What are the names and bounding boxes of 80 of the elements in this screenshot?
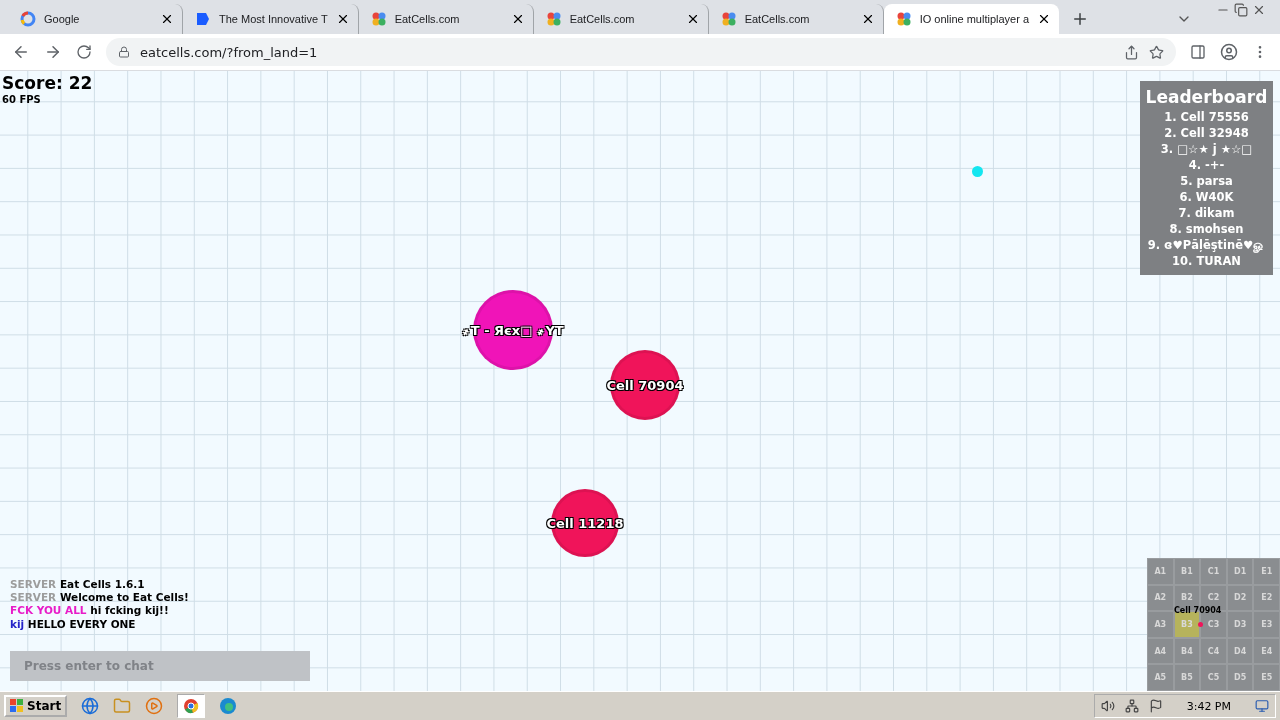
cells-logo-icon — [720, 11, 737, 27]
tab-title: Google — [44, 13, 81, 25]
minimap-sector: A1 — [1147, 558, 1174, 585]
chat-text: HELLO EVERY ONE — [27, 617, 136, 630]
flag-icon[interactable] — [1148, 699, 1163, 713]
tab-title: EatCells.com — [394, 13, 461, 25]
leaderboard-entry: 8. smohsen — [1169, 221, 1244, 237]
leaderboard-entry: 5. parsa — [1180, 173, 1233, 189]
close-icon[interactable] — [160, 12, 174, 26]
minimap-sector: B4 — [1173, 637, 1201, 665]
bookmark-star-icon[interactable] — [1149, 44, 1164, 60]
browser-icon[interactable] — [81, 697, 100, 715]
game-canvas[interactable] — [0, 71, 1280, 691]
fps-text: 60 FPS — [2, 94, 41, 105]
chrome-icon — [183, 698, 200, 714]
minimap-sector: C5 — [1200, 664, 1227, 691]
url-text: eatcells.com/?from_land=1 — [140, 44, 319, 60]
tab-title: EatCells.com — [569, 13, 636, 25]
minimap-sector: D5 — [1226, 664, 1254, 691]
flag-logo-icon — [195, 11, 211, 27]
leaderboard-title: Leaderboard — [1145, 87, 1268, 107]
tab-title: The Most Innovative T — [219, 13, 328, 25]
profile-icon[interactable] — [1220, 43, 1238, 61]
minimap-sector: E1 — [1253, 558, 1280, 585]
share-icon[interactable] — [1124, 44, 1139, 60]
minimap-sector: D3 — [1226, 611, 1254, 638]
chat-sender: SERVER — [10, 577, 57, 590]
minimap-sector: A4 — [1147, 637, 1174, 665]
lock-icon — [118, 46, 130, 58]
chat-text: hi fcking kij!! — [90, 604, 169, 617]
minimap-sector: E2 — [1253, 584, 1280, 612]
minimap-sector: E3 — [1253, 611, 1280, 638]
start-button[interactable]: Start — [4, 695, 68, 717]
minimap-sector: A2 — [1147, 584, 1174, 612]
clock-text: 3:42 PM — [1186, 699, 1231, 713]
back-icon[interactable] — [12, 43, 30, 61]
windows-logo-icon — [10, 699, 24, 713]
minimap-sector: E5 — [1253, 664, 1280, 691]
cells-logo-icon — [545, 11, 562, 27]
forward-icon[interactable] — [44, 43, 62, 61]
chrome-taskbar-button[interactable] — [177, 694, 206, 718]
reload-icon[interactable] — [76, 44, 92, 60]
leaderboard-entry: 3. □☆★ j ★☆□ — [1160, 141, 1253, 157]
minimap-sector: B1 — [1173, 558, 1201, 585]
network-icon[interactable] — [1124, 699, 1139, 713]
leaderboard-entry: 9. ɞ♥Pāļēştinē♥ௐ — [1147, 237, 1266, 253]
restore-icon[interactable] — [1234, 3, 1248, 17]
google-logo-icon — [20, 11, 36, 27]
side-panel-icon[interactable] — [1190, 44, 1206, 60]
leaderboard-entry: 1. Cell 75556 — [1164, 109, 1249, 125]
score-text: Score: 22 — [2, 73, 93, 93]
speaker-icon[interactable] — [1100, 699, 1115, 713]
chat-text: Welcome to Eat Cells! — [59, 591, 189, 604]
chat-input[interactable]: Press enter to chat — [10, 651, 310, 681]
leaderboard-entry: 7. dikam — [1178, 205, 1235, 221]
leaderboard-entry: 2. Cell 32948 — [1164, 125, 1249, 141]
chat-sender: SERVER — [10, 591, 57, 604]
minimap-sector: D1 — [1226, 558, 1254, 585]
address-bar[interactable]: eatcells.com/?from_land=1 — [106, 38, 1176, 66]
minimap-sector: E4 — [1253, 637, 1280, 665]
show-desktop-icon[interactable] — [1255, 699, 1269, 713]
minimap-sector: B5 — [1173, 664, 1201, 691]
leaderboard-entry: 4. -+- — [1188, 157, 1225, 173]
chat-text: Eat Cells 1.6.1 — [59, 577, 145, 590]
minimap-player-dot — [1198, 622, 1203, 627]
leaderboard-entry: 10. TURAN — [1172, 253, 1241, 269]
minimap-sector: D4 — [1226, 637, 1254, 665]
leaderboard-entry: 6. W40K — [1179, 189, 1234, 205]
cells-logo-icon — [370, 11, 387, 27]
chat-sender: FCK YOU ALL — [10, 604, 87, 617]
tab-title: IO online multiplayer a — [919, 13, 1030, 25]
minimap-sector: C4 — [1200, 637, 1227, 665]
minimap-sector: A5 — [1147, 664, 1174, 691]
browser-tab[interactable]: IO online multiplayer a — [883, 4, 1060, 34]
minimap-sector: A3 — [1147, 611, 1174, 638]
tab-title: EatCells.com — [744, 13, 811, 25]
minimap-sector: C1 — [1200, 558, 1227, 585]
chat-sender: kij — [10, 617, 25, 630]
cells-logo-icon — [895, 11, 912, 27]
minimap-sector: D2 — [1226, 584, 1254, 612]
